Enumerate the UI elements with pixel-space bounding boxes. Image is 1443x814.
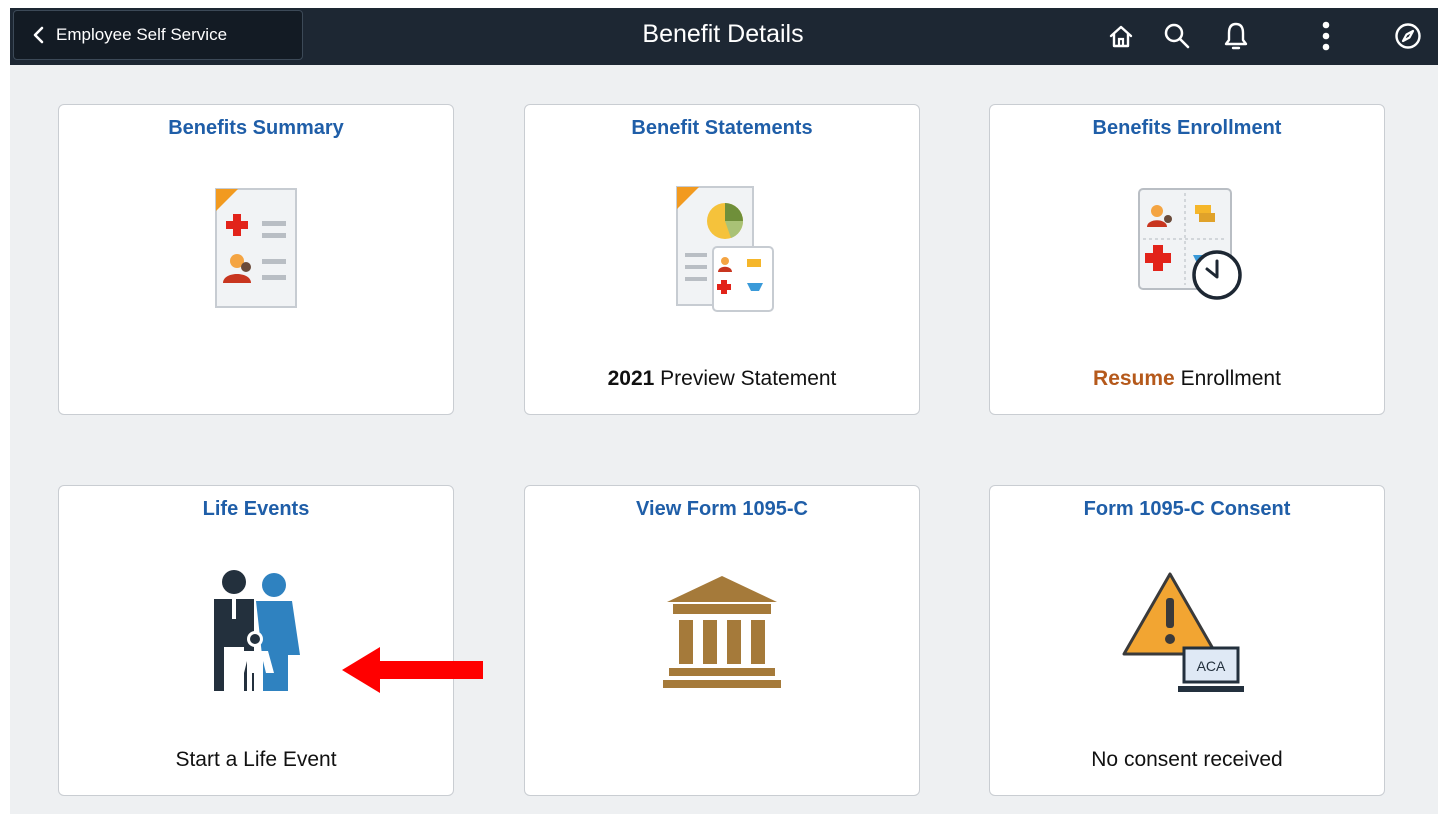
search-icon[interactable] [1159, 18, 1195, 54]
tile-status: No consent received [1091, 748, 1283, 771]
tile-benefits-enrollment[interactable]: Benefits Enrollment Resume Enrollment [989, 104, 1385, 415]
tile-form-1095c-consent[interactable]: Form 1095-C Consent ACA No consent recei… [989, 485, 1385, 796]
tile-title: Benefits Enrollment [1092, 117, 1282, 139]
home-icon[interactable] [1103, 18, 1139, 54]
aca-label: ACA [1197, 658, 1226, 674]
tile-title: Benefits Summary [168, 117, 344, 139]
tile-title: Life Events [202, 498, 310, 520]
page-frame: Employee Self Service Benefit Details Be… [10, 8, 1438, 814]
tile-status: Resume Enrollment [990, 367, 1384, 391]
navbar-compass-icon[interactable] [1390, 18, 1426, 54]
annotation-arrow [342, 647, 483, 693]
tile-life-events[interactable]: Life Events Start a Life Event [58, 485, 454, 796]
benefits-enrollment-clock-icon [1138, 188, 1242, 300]
back-button[interactable]: Employee Self Service [13, 10, 303, 60]
government-building-icon [663, 576, 781, 688]
family-icon [214, 570, 300, 691]
actions-menu-icon[interactable] [1308, 18, 1344, 54]
benefits-summary-document-icon [215, 188, 297, 308]
tile-title: Form 1095-C Consent [1083, 498, 1291, 520]
tile-status: 2021 Preview Statement [525, 367, 919, 391]
tile-benefits-summary[interactable]: Benefits Summary [58, 104, 454, 415]
back-button-label: Employee Self Service [56, 25, 228, 44]
status-text: Enrollment [1174, 367, 1281, 390]
page-title: Benefit Details [642, 19, 804, 48]
benefit-statements-icon [676, 186, 774, 312]
top-banner: Employee Self Service Benefit Details [10, 8, 1438, 65]
status-text: Preview Statement [654, 367, 837, 390]
tile-title: View Form 1095-C [636, 498, 808, 520]
chevron-left-icon [33, 26, 44, 44]
tile-title: Benefit Statements [631, 117, 813, 139]
status-year: 2021 [607, 367, 655, 390]
status-action: Resume [1093, 367, 1175, 390]
warning-laptop-icon: ACA [1122, 572, 1244, 692]
tile-benefit-statements[interactable]: Benefit Statements 2021 Preview Statemen… [524, 104, 920, 415]
notifications-icon[interactable] [1218, 18, 1254, 54]
tile-view-form-1095c[interactable]: View Form 1095-C [524, 485, 920, 796]
tile-status: Start a Life Event [175, 748, 337, 771]
